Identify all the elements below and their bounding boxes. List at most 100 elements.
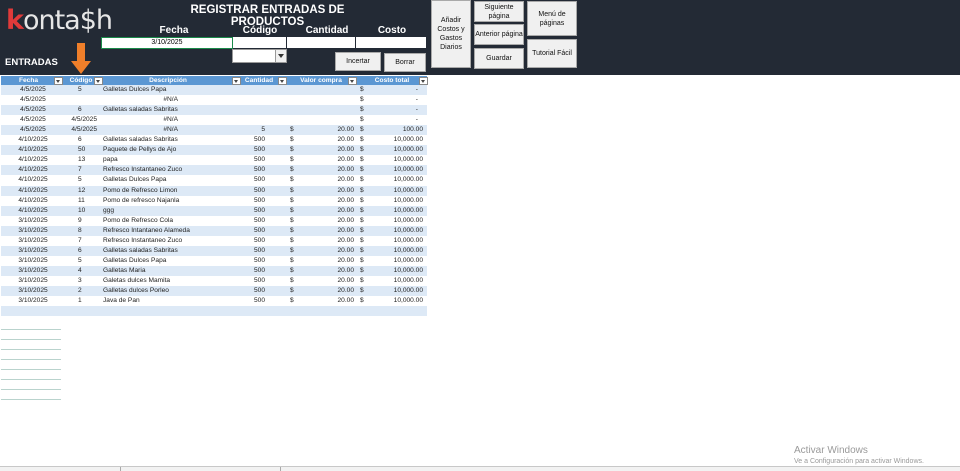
cell-fecha[interactable]: 3/10/2025 [1,256,65,266]
cell-fecha[interactable]: 4/10/2025 [1,186,65,196]
cell-descripcion[interactable]: Galletas Maria [103,266,241,276]
cell-costo-total[interactable]: - [366,115,418,125]
codigo-dropdown[interactable] [232,49,287,63]
cell-cantidad[interactable] [241,105,265,115]
table-row[interactable]: 4/5/2025 4/5/2025 #N/A 5 $20.00 $100.00 [1,125,427,136]
cell-cantidad[interactable] [241,115,265,125]
insertar-button[interactable]: Incertar [335,52,381,71]
cell-cantidad[interactable]: 500 [241,175,265,185]
cell-descripcion[interactable]: Pomo de Refresco Cola [103,216,241,226]
cell-costo-total[interactable]: 10,000.00 [366,206,423,216]
cell-fecha[interactable]: 3/10/2025 [1,286,65,296]
cell-valor-compra[interactable]: 20.00 [296,216,354,226]
cell-fecha[interactable]: 3/10/2025 [1,236,65,246]
cell-valor-compra[interactable]: 20.00 [296,276,354,286]
cell-descripcion[interactable]: papa [103,155,241,165]
cell-fecha[interactable]: 3/10/2025 [1,276,65,286]
cell-costo-total[interactable]: 10,000.00 [366,186,423,196]
cell-fecha[interactable]: 4/5/2025 [1,105,65,115]
filter-icon[interactable] [94,77,103,85]
cell-valor-compra[interactable]: 20.00 [296,186,354,196]
cell-costo-total[interactable]: 10,000.00 [366,145,423,155]
cell-fecha[interactable]: 4/10/2025 [1,165,65,175]
cell-fecha[interactable]: 4/10/2025 [1,206,65,216]
codigo-input[interactable] [233,37,286,48]
cell-descripcion[interactable]: Galletas Dulces Papa [103,175,241,185]
cell-costo-total[interactable]: - [366,105,418,115]
cell-descripcion[interactable]: ggg [103,206,241,216]
cell-costo-total[interactable]: 10,000.00 [366,296,423,306]
cell-valor-compra[interactable]: 20.00 [296,226,354,236]
cell-valor-compra[interactable]: 20.00 [296,125,354,135]
cell-fecha[interactable]: 3/10/2025 [1,266,65,276]
cell-valor-compra[interactable]: 20.00 [296,296,354,306]
table-row[interactable]: 4/5/2025 5 Galletas Dulces Papa $ - [1,85,427,95]
sheet-tab[interactable] [0,467,121,471]
cell-cantidad[interactable]: 500 [241,256,265,266]
cell-descripcion[interactable]: Galletas Dulces Papa [103,85,241,95]
table-row[interactable]: 3/10/2025 9 Pomo de Refresco Cola 500 $20.00… [1,215,427,226]
cell-costo-total[interactable]: 10,000.00 [366,175,423,185]
table-row-empty[interactable] [1,306,427,317]
table-row[interactable]: 3/10/2025 6 Galletas saladas Sabritas 500 $2… [1,245,427,256]
cell-fecha[interactable]: 4/10/2025 [1,145,65,155]
siguiente-pagina-button[interactable]: Siguiente página [474,1,524,22]
cell-valor-compra[interactable]: 20.00 [296,155,354,165]
cell-costo-total[interactable]: 100.00 [366,125,423,135]
cell-cantidad[interactable]: 500 [241,196,265,206]
cell-valor-compra[interactable]: 20.00 [296,165,354,175]
cell-fecha[interactable]: 4/5/2025 [1,125,65,135]
table-row[interactable]: 3/10/2025 8 Refresco Intantaneo Alameda 500… [1,225,427,236]
cell-descripcion[interactable]: Paquete de Pellys de Ajo [103,145,241,155]
guardar-button[interactable]: Guardar [474,48,524,69]
cell-descripcion[interactable]: Refresco Instantaneo Zuco [103,236,241,246]
filter-icon[interactable] [348,77,357,85]
cell-fecha[interactable]: 3/10/2025 [1,226,65,236]
cell-fecha[interactable]: 4/10/2025 [1,196,65,206]
table-row[interactable]: 4/10/2025 13 papa 500 $20.00 $10,000.00 [1,155,427,166]
sheet-tab[interactable] [160,467,281,471]
cell-valor-compra[interactable]: 20.00 [296,286,354,296]
cell-valor-compra[interactable]: 20.00 [296,206,354,216]
cell-cantidad[interactable]: 500 [241,286,265,296]
cell-costo-total[interactable]: 10,000.00 [366,135,423,145]
cell-valor-compra[interactable]: 20.00 [296,236,354,246]
cell-fecha[interactable]: 4/5/2025 [1,85,65,95]
cell-valor-compra[interactable]: 20.00 [296,145,354,155]
cell-valor-compra[interactable] [296,85,354,95]
cell-costo-total[interactable]: 10,000.00 [366,155,423,165]
cell-descripcion[interactable]: Galletas dulces Porleo [103,286,241,296]
cell-fecha[interactable]: 4/10/2025 [1,175,65,185]
table-row[interactable]: 3/10/2025 5 Galletas Dulces Papa 500 $20.00 $… [1,255,427,266]
cell-descripcion[interactable]: Pomo de Refresco Limon [103,186,241,196]
filter-icon[interactable] [278,77,287,85]
cell-fecha[interactable]: 4/10/2025 [1,155,65,165]
cell-fecha[interactable]: 3/10/2025 [1,216,65,226]
tutorial-button[interactable]: Tutorial Fácil [527,39,577,68]
cell-cantidad[interactable]: 500 [241,206,265,216]
cell-cantidad[interactable]: 500 [241,186,265,196]
cell-codigo[interactable] [65,95,97,105]
chevron-down-icon[interactable] [275,50,286,62]
cell-cantidad[interactable]: 500 [241,155,265,165]
cell-costo-total[interactable]: - [366,85,418,95]
cell-cantidad[interactable]: 500 [241,216,265,226]
cell-descripcion[interactable]: #N/A [103,125,178,135]
table-row[interactable]: 4/10/2025 5 Galletas Dulces Papa 500 $20.00 $… [1,175,427,186]
cell-valor-compra[interactable] [296,95,354,105]
cell-fecha[interactable]: 3/10/2025 [1,246,65,256]
cell-cantidad[interactable]: 500 [241,246,265,256]
cell-valor-compra[interactable] [296,115,354,125]
cell-descripcion[interactable]: #N/A [103,95,178,105]
cell-cantidad[interactable]: 500 [241,276,265,286]
cell-cantidad[interactable] [241,95,265,105]
cell-valor-compra[interactable]: 20.00 [296,196,354,206]
cell-cantidad[interactable]: 500 [241,296,265,306]
cell-cantidad[interactable]: 500 [241,236,265,246]
table-row[interactable]: 4/5/2025 6 Galletas saladas Sabritas $ - [1,105,427,116]
costo-input[interactable] [356,37,426,48]
table-row[interactable]: 4/10/2025 11 Pomo de refresco Najanla 500 $2… [1,195,427,206]
cell-costo-total[interactable]: 10,000.00 [366,256,423,266]
cell-costo-total[interactable]: 10,000.00 [366,236,423,246]
cell-costo-total[interactable]: 10,000.00 [366,196,423,206]
